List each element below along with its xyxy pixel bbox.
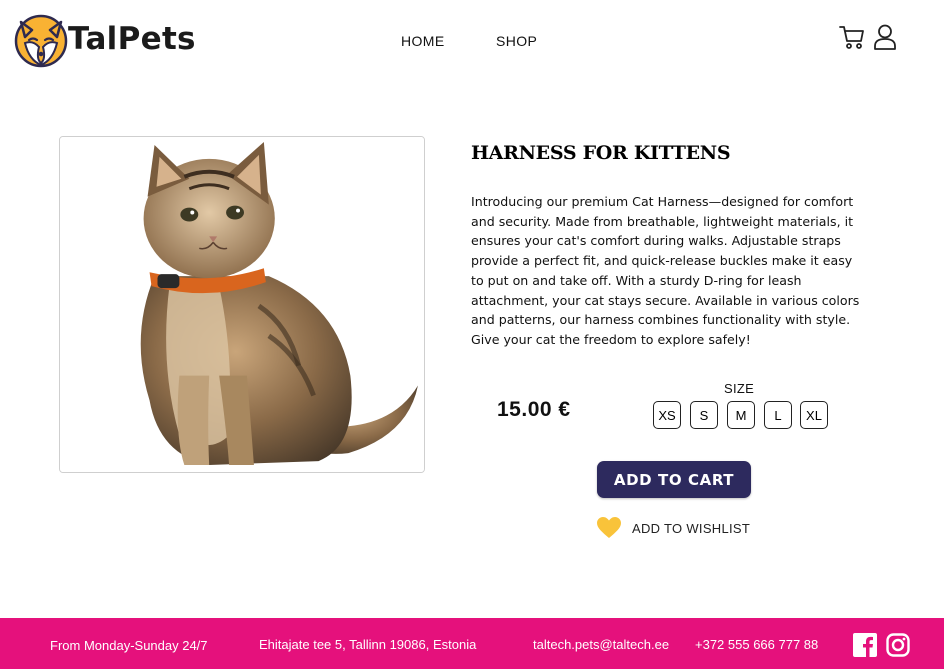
cat-photo [60,137,424,472]
footer-address: Ehitajate tee 5, Tallinn 19086, Estonia [259,637,477,652]
add-to-cart-button[interactable]: ADD TO CART [597,461,751,498]
size-option-l[interactable]: L [764,401,792,429]
logo[interactable]: TalPets [12,10,212,68]
fox-logo-icon [14,14,68,68]
add-to-wishlist-button[interactable]: ADD TO WISHLIST [597,516,750,540]
footer-hours: From Monday-Sunday 24/7 [50,638,208,653]
brand-name: TalPets [68,21,196,57]
heart-icon [597,517,621,538]
shopping-cart-icon[interactable] [838,23,866,51]
footer-email[interactable]: taltech.pets@taltech.ee [533,637,669,652]
wishlist-label: ADD TO WISHLIST [632,520,751,536]
nav-shop[interactable]: SHOP [496,33,537,49]
product-title: HARNESS FOR KITTENS [471,142,731,164]
size-option-s[interactable]: S [690,401,718,429]
footer-phone[interactable]: +372 555 666 777 88 [695,637,818,652]
footer: From Monday-Sunday 24/7 Ehitajate tee 5,… [0,618,944,669]
size-option-xs[interactable]: XS [653,401,681,429]
size-option-m[interactable]: M [727,401,755,429]
product-image [59,136,425,473]
instagram-icon[interactable] [886,633,910,657]
product-description: Introducing our premium Cat Harness—desi… [471,194,860,347]
facebook-icon[interactable] [853,633,877,657]
product-price: 15.00 € [497,398,571,421]
user-icon[interactable] [871,23,899,51]
size-option-xl[interactable]: XL [800,401,828,429]
nav-home[interactable]: HOME [401,33,445,49]
size-label: SIZE [724,381,755,396]
